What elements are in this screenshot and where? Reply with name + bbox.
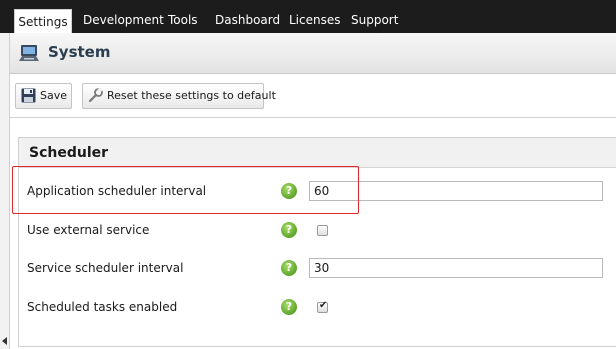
tab-dashboard[interactable]: Dashboard — [215, 8, 280, 33]
collapse-arrow-icon[interactable] — [2, 337, 7, 345]
reset-settings-button[interactable]: Reset these settings to default — [82, 83, 276, 109]
toolbar: Save Reset these settings to default — [10, 74, 616, 118]
section-title: Scheduler — [29, 145, 109, 161]
help-icon[interactable]: ? — [281, 299, 297, 315]
help-icon[interactable]: ? — [281, 260, 297, 276]
left-collapse-strip[interactable] — [0, 33, 10, 349]
wrench-icon — [88, 88, 103, 103]
help-icon[interactable]: ? — [281, 222, 297, 238]
scheduled-tasks-enabled-checkbox[interactable]: ✔ — [317, 300, 328, 313]
tab-development[interactable]: Development — [83, 8, 164, 33]
use-external-service-checkbox[interactable] — [317, 225, 328, 236]
page-header: System — [10, 33, 616, 74]
service-scheduler-interval-label: Service scheduler interval — [27, 261, 184, 275]
top-navigation-bar: Settings Development Tools Dashboard Lic… — [0, 0, 616, 33]
scheduler-section-header: Scheduler — [19, 138, 616, 168]
floppy-disk-icon — [21, 88, 36, 103]
checkmark-icon: ✔ — [319, 300, 328, 311]
computer-icon — [19, 45, 39, 61]
save-label: Save — [40, 89, 68, 102]
save-button[interactable]: Save — [15, 83, 72, 109]
use-external-service-label: Use external service — [27, 223, 150, 237]
highlight-box — [12, 166, 359, 214]
scheduled-tasks-enabled-label: Scheduled tasks enabled — [27, 300, 178, 314]
service-scheduler-interval-input[interactable]: 30 — [309, 258, 603, 278]
page-title: System — [48, 43, 111, 61]
tab-tools[interactable]: Tools — [168, 8, 198, 33]
reset-label: Reset these settings to default — [107, 89, 276, 102]
tab-licenses[interactable]: Licenses — [289, 8, 341, 33]
settings-content: Scheduler Application scheduler interval… — [10, 118, 616, 349]
tab-support[interactable]: Support — [351, 8, 398, 33]
tab-settings[interactable]: Settings — [14, 9, 72, 33]
